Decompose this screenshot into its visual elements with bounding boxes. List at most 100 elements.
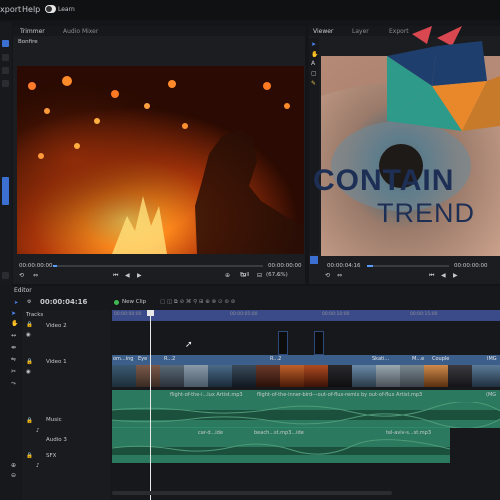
track-mute-icon[interactable]: ♪ xyxy=(36,428,40,434)
tracks-label: Tracks xyxy=(26,312,44,318)
clip-label[interactable]: R...2 xyxy=(270,356,281,362)
menu-export[interactable]: xport xyxy=(0,5,21,14)
zoom-out-icon[interactable]: ⊖ xyxy=(11,472,16,479)
trimmer-step-back-icon[interactable]: ◀ xyxy=(125,272,130,279)
playhead[interactable] xyxy=(150,310,151,500)
sfx-track-clips[interactable]: car-d...ide beach...st.mp3...ide tel-avi… xyxy=(112,427,450,463)
text-icon[interactable]: A xyxy=(311,60,315,67)
trimmer-overwrite-icon[interactable]: ⊟ xyxy=(257,272,262,279)
track-name-audio3-label: Audio 3 xyxy=(46,437,67,443)
viewer-loop-icon[interactable]: ⟲ xyxy=(325,272,330,279)
clip-label[interactable]: Skati... xyxy=(372,356,389,362)
settings-icon[interactable]: ⚙ xyxy=(27,299,31,305)
track-name-video1: Video 1 xyxy=(46,359,67,365)
timeline-scrollbar[interactable] xyxy=(112,491,392,495)
trimmer-time-end: 00:00:00:00 xyxy=(268,263,302,269)
track-mute-icon[interactable]: ♪ xyxy=(36,463,40,469)
video2-clip[interactable] xyxy=(278,331,288,355)
video2-clip[interactable] xyxy=(314,331,324,355)
tab-layer[interactable]: Layer xyxy=(352,28,369,35)
learn-label: Learn xyxy=(58,6,75,13)
tool-button[interactable] xyxy=(2,80,9,87)
sfx-clip-label[interactable]: car-d...ide xyxy=(198,430,223,436)
track-name-video2: Video 2 xyxy=(46,323,67,329)
viewer-fit-icon[interactable]: ⇔ xyxy=(337,272,342,279)
viewer-tool-button[interactable] xyxy=(310,256,318,264)
tab-editor[interactable]: Editor xyxy=(14,287,32,294)
trimmer-fit-icon[interactable]: ⇔ xyxy=(33,272,38,279)
ruler-tick: 00:00:10:00 xyxy=(322,312,350,317)
track-name-sfx: SFX xyxy=(46,453,57,459)
clip-label[interactable]: IMG xyxy=(487,356,497,362)
music-clip-label[interactable]: flight-of-the-inner-bird---out-of-flux-r… xyxy=(257,392,422,398)
ruler-tick: 00:00:00:00 xyxy=(114,312,142,317)
trimmer-loop-icon[interactable]: ⟲ xyxy=(19,272,24,279)
track-lock-icon[interactable]: 🔒 xyxy=(26,322,33,328)
trimmer-add-clip-icon[interactable]: ⊕ xyxy=(225,272,230,279)
pointer-icon[interactable]: ➤ xyxy=(311,41,316,48)
select-tool-icon[interactable]: ➤ xyxy=(14,300,18,306)
pen-icon[interactable]: ✎ xyxy=(311,80,316,87)
ruler-tick: 00:00:05:00 xyxy=(230,312,258,317)
editor-toolbar-icons[interactable]: ▢ ◫ ⧉ ⊘ ⌘ ⚲ ⊞ ⊕ ⊗ ⊙ ⊚ ⊛ xyxy=(160,299,235,306)
zoom-select[interactable]: Full xyxy=(240,272,249,278)
clip-name: Bonfire xyxy=(18,39,38,45)
clip-label[interactable]: M...e xyxy=(412,356,424,362)
mask-icon[interactable]: ▢ xyxy=(311,70,317,77)
razor-tool-icon[interactable]: ✂ xyxy=(11,368,16,375)
sfx-clip-label[interactable]: beach...st.mp3...ide xyxy=(254,430,304,436)
timeline-ruler[interactable]: 00:00:00:00 00:00:05:00 00:00:10:00 00:0… xyxy=(112,310,500,321)
hand-icon[interactable]: ✋ xyxy=(311,51,318,58)
track-visibility-icon[interactable]: ◉ xyxy=(26,332,31,338)
tool-button[interactable] xyxy=(2,67,9,74)
music-clip-label[interactable]: (MG xyxy=(486,392,496,398)
trimmer-play-icon[interactable]: ▶ xyxy=(137,272,142,279)
viewer-scrubber[interactable] xyxy=(367,265,449,267)
clip-label[interactable]: Couple xyxy=(432,356,449,362)
music-clip-label[interactable]: flight-of-the-i...lux Artist.mp3 xyxy=(170,392,243,398)
tool-button[interactable] xyxy=(2,272,9,279)
trimmer-tabbar xyxy=(13,26,305,36)
slip-tool-icon[interactable]: ⇹ xyxy=(11,344,16,351)
track-headers: Tracks 🔒 ◉ Video 2 🔒 ◉ Video 1 🔒 ♪ Music… xyxy=(22,310,110,500)
rate-tool-icon[interactable]: ⤳ xyxy=(11,380,16,388)
viewer-step-back-icon[interactable]: ◀ xyxy=(441,272,446,279)
tab-viewer[interactable]: Viewer xyxy=(313,28,333,35)
track-visibility-icon[interactable]: ◉ xyxy=(26,369,31,375)
tool-button[interactable] xyxy=(2,40,9,47)
bonfire-image xyxy=(17,66,304,254)
music-waveform xyxy=(112,402,500,428)
pointer-tool-icon[interactable]: ➤ xyxy=(11,310,16,317)
sfx-clip-label[interactable]: tel-aviv-s...st.mp3 xyxy=(386,430,431,436)
track-lock-icon[interactable]: 🔒 xyxy=(26,453,33,459)
clip-label[interactable]: om...ing xyxy=(113,356,133,362)
trimmer-scrubber[interactable] xyxy=(53,265,263,267)
ripple-tool-icon[interactable]: ↔ xyxy=(11,332,16,339)
clip-label[interactable]: Eye xyxy=(138,356,147,362)
tab-audio-mixer[interactable]: Audio Mixer xyxy=(63,28,98,35)
learn-toggle[interactable] xyxy=(45,5,56,13)
new-clip-button[interactable]: New Clip xyxy=(122,299,146,305)
slide-tool-icon[interactable]: ⇋ xyxy=(11,356,16,363)
editor-tool-column: ➤ ✋ ↔ ⇹ ⇋ ✂ ⤳ ⊕ ⊖ xyxy=(9,310,21,500)
trimmer-prev-icon[interactable]: ⏮ xyxy=(113,272,118,280)
tool-button[interactable] xyxy=(2,54,9,61)
viewer-panel: Viewer Layer Export ➤ ✋ A ▢ ✎ CONTAIN TR… xyxy=(309,26,500,284)
track-lock-icon[interactable]: 🔒 xyxy=(26,359,33,365)
hand-tool-icon[interactable]: ✋ xyxy=(11,320,18,327)
music-track-clips[interactable]: flight-of-the-i...lux Artist.mp3 flight-… xyxy=(112,390,500,428)
playhead-handle[interactable] xyxy=(147,310,154,316)
zoom-in-icon[interactable]: ⊕ xyxy=(11,462,16,469)
menu-help[interactable]: Help xyxy=(22,5,40,14)
track-lock-icon[interactable]: 🔒 xyxy=(26,418,33,424)
media-panel-handle[interactable] xyxy=(2,177,9,205)
clip-label[interactable]: R...2 xyxy=(164,356,175,362)
menu-bar: xport Help Learn xyxy=(0,0,500,20)
containtrend-logo xyxy=(387,26,500,131)
tab-trimmer[interactable]: Trimmer xyxy=(20,28,45,35)
viewer-tool-strip: ➤ ✋ A ▢ ✎ xyxy=(309,38,319,264)
viewer-play-icon[interactable]: ▶ xyxy=(453,272,458,279)
viewer-prev-icon[interactable]: ⏮ xyxy=(429,272,434,280)
new-clip-icon[interactable] xyxy=(114,300,119,305)
video1-thumbnails[interactable] xyxy=(112,365,500,387)
